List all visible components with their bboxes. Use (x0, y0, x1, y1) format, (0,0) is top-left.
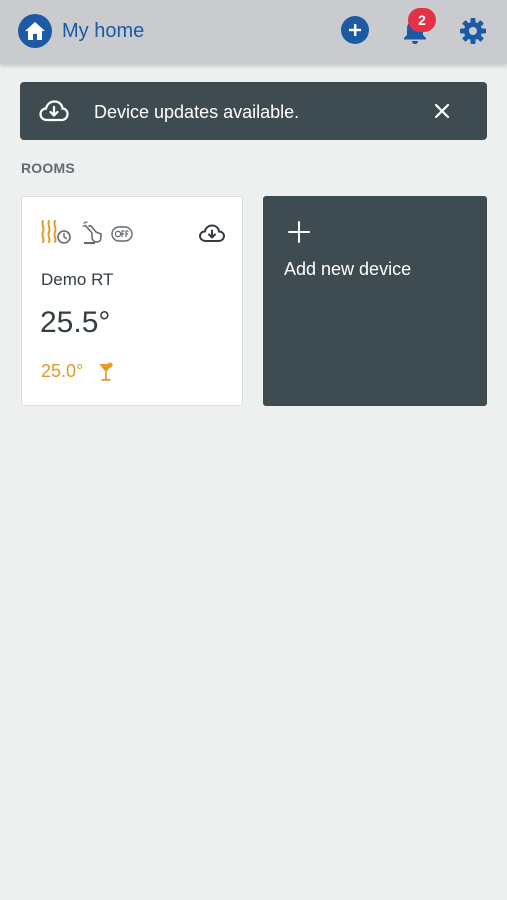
room-setpoint-temp: 25.0° (41, 361, 84, 381)
banner-message: Device updates available. (94, 102, 300, 122)
close-icon[interactable] (430, 99, 454, 123)
cloud-download-icon[interactable] (198, 221, 226, 245)
plus-icon (288, 221, 310, 243)
gear-icon (460, 18, 486, 44)
notification-badge: 2 (408, 8, 436, 32)
settings-button[interactable] (456, 14, 490, 48)
off-icon (111, 226, 133, 242)
update-banner[interactable]: Device updates available. (20, 82, 487, 140)
room-current-temp: 25.5° (40, 306, 111, 339)
add-device-card[interactable]: Add new device (263, 196, 487, 406)
room-name: Demo RT (41, 270, 114, 289)
add-device-label: Add new device (284, 259, 412, 279)
home-title[interactable]: My home (62, 19, 144, 43)
add-button[interactable] (341, 16, 369, 44)
heating-schedule-icon (41, 220, 71, 244)
home-button[interactable] (18, 14, 52, 48)
cloud-download-icon (39, 100, 69, 122)
cocktail-icon (99, 362, 113, 381)
rooms-section-label: ROOMS (21, 160, 75, 176)
home-icon (25, 22, 45, 40)
room-card[interactable]: Demo RT 25.5° 25.0° (21, 196, 243, 406)
add-circle-icon (349, 24, 361, 36)
top-bar: My home 2 (0, 0, 507, 64)
manual-mode-icon (82, 221, 102, 244)
